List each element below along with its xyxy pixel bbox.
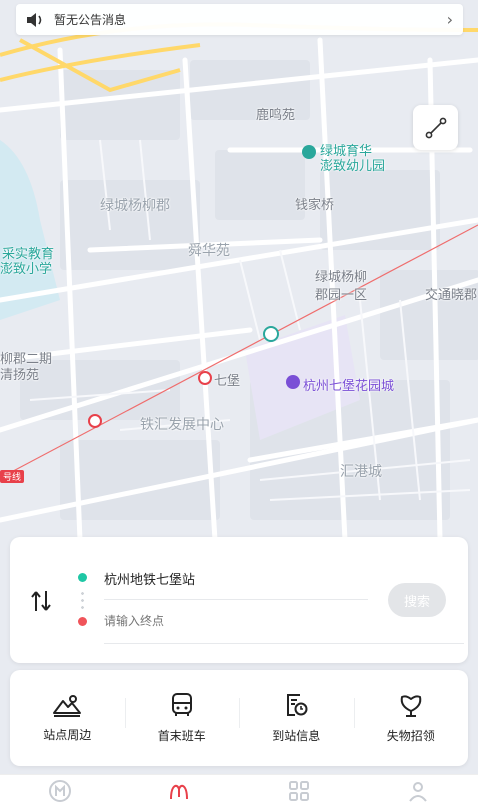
quick-first-last-bus[interactable]: 首末班车 xyxy=(124,670,240,766)
chevron-right-icon: › xyxy=(446,10,453,29)
quick-label: 到站信息 xyxy=(272,729,321,743)
speaker-icon xyxy=(27,12,42,27)
metro-logo-icon xyxy=(48,780,71,802)
quick-actions: 站点周边 首末班车 到站信息 失物招领 xyxy=(10,670,468,766)
bottom-tab-bar xyxy=(0,774,478,809)
map-label-yangliu: 绿城杨柳郡 xyxy=(100,198,170,214)
map-label-qianjiaqiao: 钱家桥 xyxy=(295,198,335,213)
divider xyxy=(104,643,464,644)
quick-arrival-info[interactable]: 到站信息 xyxy=(239,670,354,766)
notice-bar[interactable]: 暂无公告消息 › xyxy=(16,4,463,35)
route-line-icon xyxy=(425,117,446,138)
tab-profile[interactable] xyxy=(359,775,478,809)
arrival-clock-icon xyxy=(287,694,308,716)
quick-station-nearby[interactable]: 站点周边 xyxy=(10,670,125,766)
quick-label: 首末班车 xyxy=(157,729,206,743)
map-label-jiaotong: 交通晓郡 xyxy=(425,288,478,303)
map-label-garden-city[interactable]: 杭州七堡花园城 xyxy=(303,375,394,394)
tab-route[interactable] xyxy=(120,775,240,809)
search-button[interactable]: 搜索 xyxy=(388,583,446,617)
map-label-metro-line: 号线 xyxy=(0,470,25,483)
destination-dot xyxy=(78,617,87,626)
map-label-yangliu-1b: 郡园一区 xyxy=(315,288,368,303)
quick-label: 失物招领 xyxy=(386,729,435,743)
destination-input[interactable] xyxy=(104,614,364,628)
tab-apps[interactable] xyxy=(239,775,359,809)
map-label-tiehui: 铁汇发展中心 xyxy=(140,417,224,433)
map-label-yangliu-1a: 绿城杨柳 xyxy=(315,270,368,285)
origin-dot xyxy=(78,573,87,582)
tab-home[interactable] xyxy=(0,775,120,809)
origin-field[interactable]: 杭州地铁七堡站 xyxy=(104,569,195,588)
map-label-school-2: 澎致小学 xyxy=(0,262,53,277)
divider xyxy=(104,599,368,600)
swap-icon[interactable] xyxy=(30,589,52,613)
map-label-huigang: 汇港城 xyxy=(340,464,382,480)
map-label-yangliu-2b: 清扬苑 xyxy=(0,368,40,383)
quick-label: 站点周边 xyxy=(43,728,92,742)
profile-icon xyxy=(409,782,428,802)
map-label-shunhua: 舜华苑 xyxy=(188,243,230,259)
map-label-qibao-station[interactable]: 七堡 xyxy=(214,370,240,389)
map-label-kindergarten-2: 澎致幼儿园 xyxy=(320,159,386,174)
route-icon xyxy=(170,784,189,800)
notice-text: 暂无公告消息 xyxy=(54,13,127,27)
lost-found-icon xyxy=(400,695,422,717)
route-dots xyxy=(81,590,84,612)
apps-grid-icon xyxy=(288,781,309,801)
bus-icon xyxy=(171,693,192,716)
station-nearby-icon xyxy=(53,695,82,717)
route-search-card: 杭州地铁七堡站 搜索 xyxy=(10,537,468,663)
map-label-luming: 鹿鸣苑 xyxy=(256,108,296,123)
quick-lost-found[interactable]: 失物招领 xyxy=(353,670,469,766)
route-line-button[interactable] xyxy=(413,105,458,150)
